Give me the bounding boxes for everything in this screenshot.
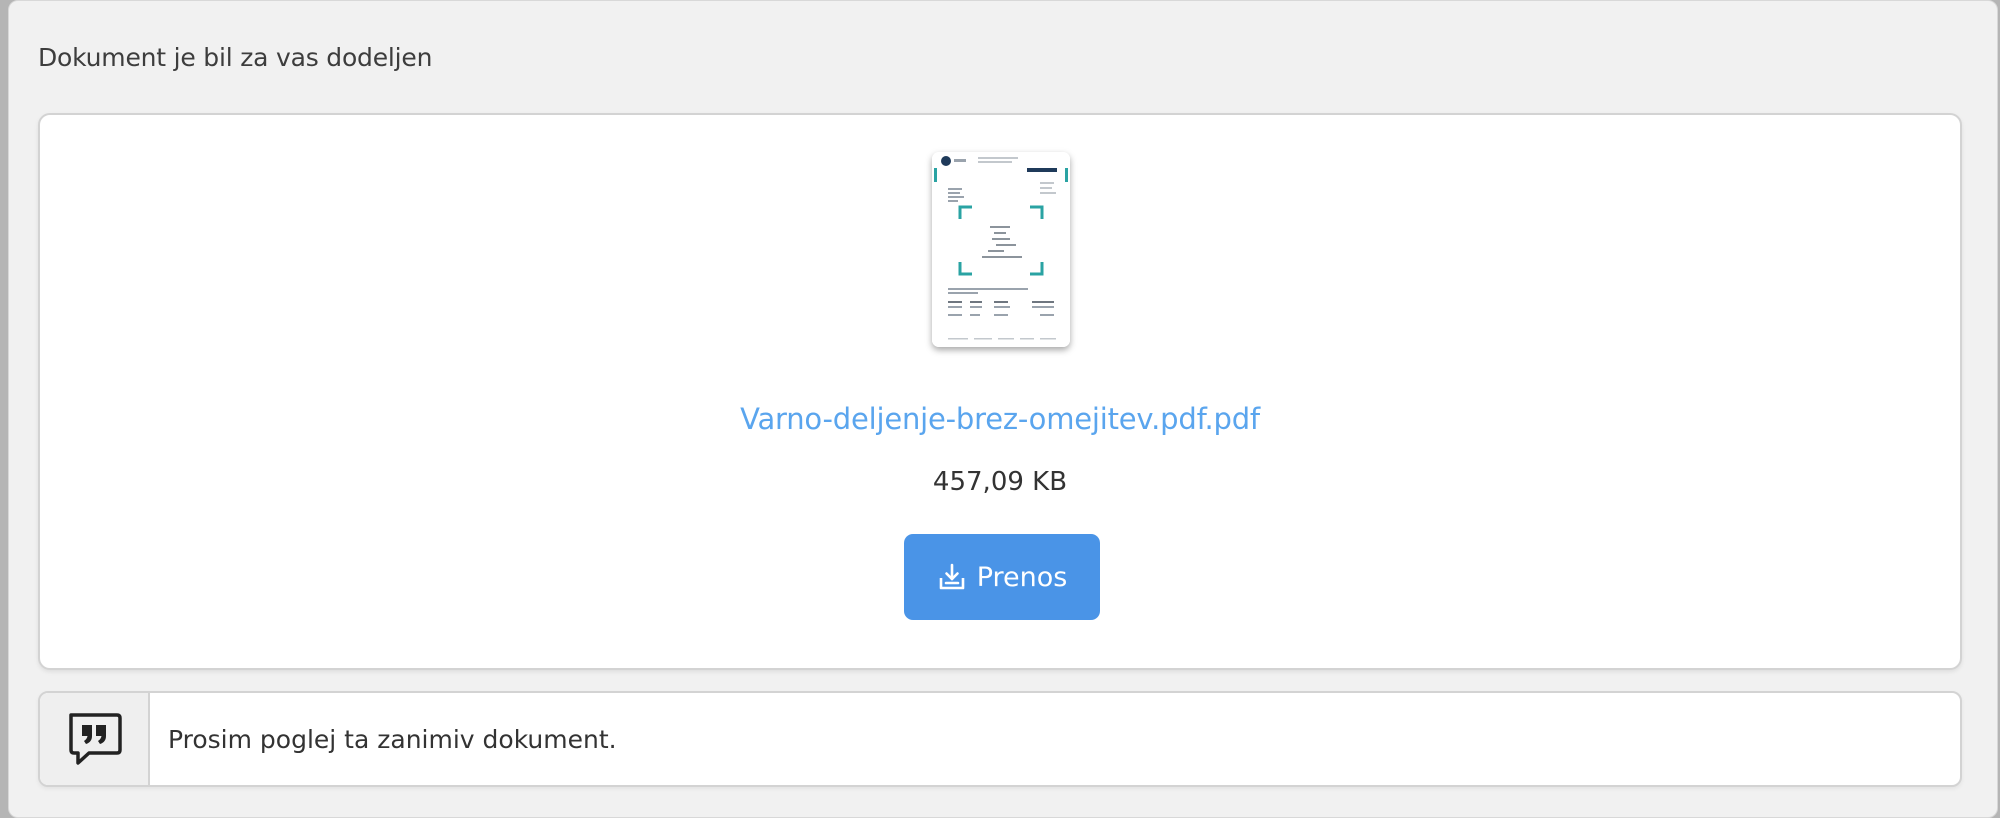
download-button-label: Prenos [976, 561, 1068, 593]
message-box: Prosim poglej ta zanimiv dokument. [38, 691, 1962, 787]
download-button[interactable]: Prenos [904, 534, 1100, 620]
page-title: Dokument je bil za vas dodeljen [38, 43, 433, 72]
pdf-page-preview [932, 152, 1070, 347]
file-name-link[interactable]: Varno-deljenje-brez-omejitev.pdf.pdf [40, 402, 1960, 436]
shared-document-panel: Dokument je bil za vas dodeljen Varno-de… [8, 0, 1998, 818]
pdf-thumbnail[interactable] [932, 152, 1070, 347]
message-icon-cell [40, 693, 150, 785]
download-tray-icon [939, 563, 964, 590]
file-card: Varno-deljenje-brez-omejitev.pdf.pdf 457… [38, 113, 1962, 670]
file-size: 457,09 KB [932, 467, 1068, 497]
message-text: Prosim poglej ta zanimiv dokument. [168, 724, 617, 754]
quote-bubble-icon [69, 713, 122, 765]
